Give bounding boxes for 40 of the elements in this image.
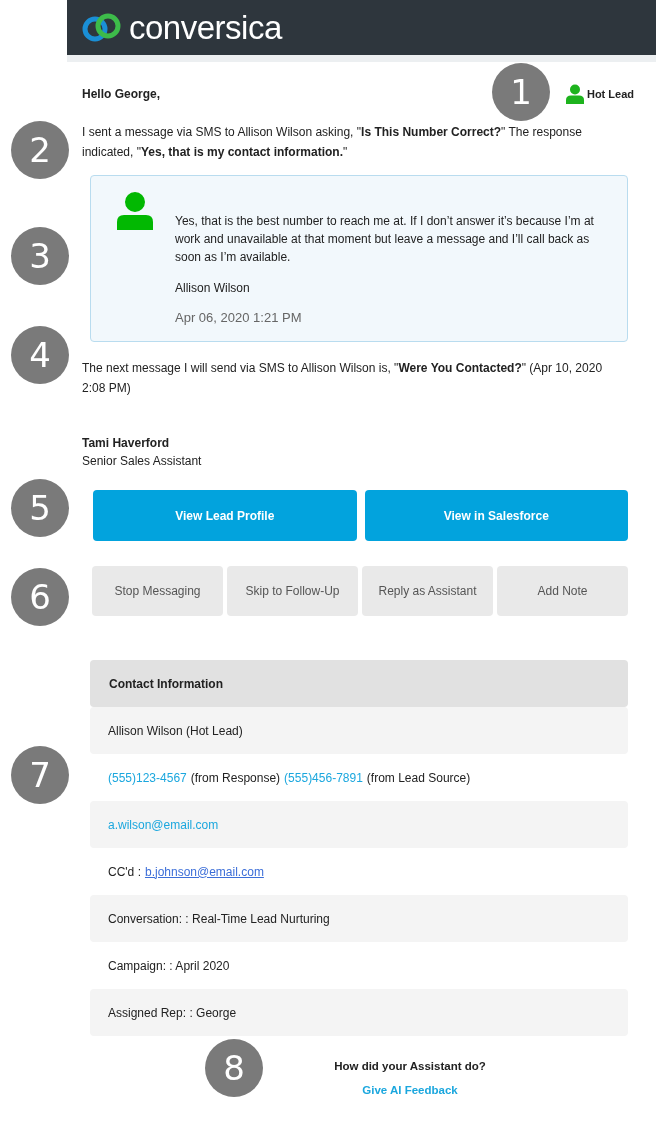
message-time: Apr 06, 2020 1:21 PM	[175, 309, 303, 327]
contact-text: Conversation: : Real-Time Lead Nurturing	[108, 911, 330, 926]
callout-number: 1	[492, 63, 550, 121]
callout-number: 7	[11, 746, 69, 804]
callout-number: 5	[11, 479, 69, 537]
contact-text: Campaign: : April 2020	[108, 958, 230, 973]
person-icon	[117, 192, 153, 230]
contact-text: Assigned Rep: : George	[108, 1005, 237, 1020]
callout-number: 3	[11, 227, 69, 285]
logo-icon	[81, 12, 123, 43]
callout-number: 4	[11, 326, 69, 384]
signature-name: Tami Haverford	[82, 435, 171, 452]
contact-text: (from Lead Source)	[366, 770, 471, 785]
contact-link[interactable]: a.wilson@email.com	[108, 817, 219, 832]
next-message-text: The next message I will send via SMS to Allison Wilson is, "Were You Contacted?" (Apr 10, 2020 2:08 PM)	[82, 360, 604, 397]
callout-number: 6	[11, 568, 69, 626]
contact-text: (from Response)	[190, 770, 281, 785]
message-text: Yes, that is the best number to reach me at. If I don’t answer it’s because I’m at work and unavailable at that moment but leave a message and I’ll call back as soon as I’m available.	[175, 213, 595, 266]
greeting: Hello George,	[82, 87, 161, 101]
action-button[interactable]: Add Note	[497, 566, 628, 616]
contact-link[interactable]: (555)123-4567	[108, 770, 187, 785]
callout-number: 8	[205, 1039, 263, 1097]
intro-text: I sent a message via SMS to Allison Wilson asking, "Is This Number Correct?" The response indicated, "Yes, that is my contact information."	[82, 124, 583, 161]
contact-text: Allison Wilson (Hot Lead)	[108, 723, 243, 738]
action-button[interactable]: Skip to Follow-Up	[227, 566, 358, 616]
action-button[interactable]: Stop Messaging	[92, 566, 223, 616]
feedback-link[interactable]: Give AI Feedback	[362, 1084, 458, 1096]
email-link[interactable]: b.johnson@email.com	[144, 864, 264, 879]
action-button[interactable]: Reply as Assistant	[362, 566, 493, 616]
section-header: Contact Information	[90, 660, 628, 707]
logo-text: conversica	[129, 8, 282, 47]
contact-link[interactable]: (555)456-7891	[284, 770, 363, 785]
action-button[interactable]: View in Salesforce	[364, 490, 628, 541]
sender-name: Allison Wilson	[175, 280, 251, 297]
callout-number: 2	[11, 121, 69, 179]
signature-title: Senior Sales Assistant	[82, 453, 203, 470]
contact-text: CC'd :	[108, 864, 141, 879]
action-button[interactable]: View Lead Profile	[93, 490, 357, 541]
feedback-question: How did your Assistant do?	[334, 1060, 486, 1072]
lead-status: Hot Lead	[586, 88, 634, 100]
